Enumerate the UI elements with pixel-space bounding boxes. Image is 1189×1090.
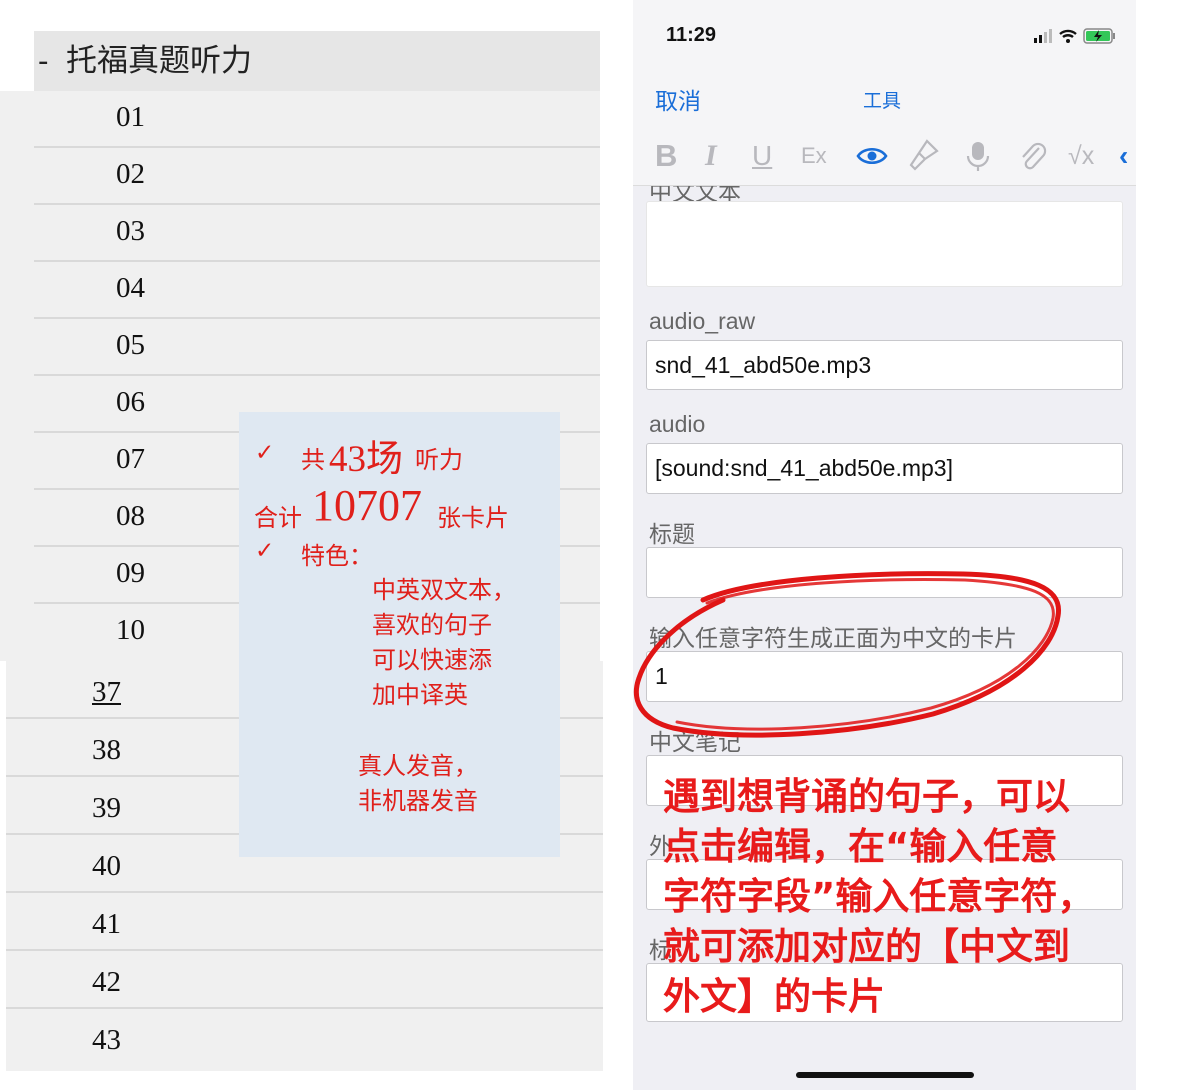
note-feature: 真人发音， [358, 752, 478, 780]
deck-list-panel: - 托福真题听力 01 02 03 04 05 06 07 08 09 10 37… [0, 0, 610, 1090]
cancel-button[interactable]: 取消 [655, 82, 701, 116]
brush-icon[interactable] [906, 138, 940, 174]
home-indicator[interactable] [796, 1072, 974, 1078]
note-line2-suffix: 张卡片 [437, 504, 509, 532]
list-item[interactable]: 42 [6, 951, 603, 1009]
field-label-audio-raw: audio_raw [649, 308, 756, 334]
signal-wifi-battery-icon [1034, 28, 1115, 44]
underline-button[interactable]: U [752, 138, 772, 174]
list-item[interactable]: 41 [6, 893, 603, 951]
chinese-text-input[interactable] [646, 201, 1123, 287]
attachment-icon[interactable] [1015, 138, 1049, 174]
deck-header[interactable]: - 托福真题听力 [34, 31, 600, 91]
list-item[interactable]: 05 [34, 319, 600, 376]
chevron-left-icon[interactable]: ‹ [1119, 138, 1128, 174]
audio-input[interactable]: [sound:snd_41_abd50e.mp3] [646, 443, 1123, 494]
status-time: 11:29 [666, 24, 717, 46]
list-item[interactable]: 02 [34, 148, 600, 205]
microphone-icon[interactable] [963, 138, 993, 174]
note-line2-prefix: 合计 [254, 504, 302, 532]
deck-title: 托福真题听力 [66, 43, 252, 79]
collapse-toggle[interactable]: - [38, 31, 66, 91]
nav-bar: 取消 工具 [633, 70, 1136, 126]
note-line1-count: 43场 [329, 439, 403, 480]
list-item[interactable]: 03 [34, 205, 600, 262]
note-feature: 可以快速添 [372, 646, 492, 674]
check-icon: ✓ [255, 440, 275, 466]
note-line3: 特色： [301, 542, 373, 570]
format-toolbar: B I U Ex √x ‹ [633, 126, 1136, 186]
list-item[interactable]: 01 [34, 91, 600, 148]
title-input[interactable] [646, 547, 1123, 598]
status-bar: 11:29 [633, 0, 1136, 70]
status-icons [1032, 26, 1122, 46]
note-line2-count: 10707 [312, 481, 422, 530]
check-icon: ✓ [255, 538, 275, 564]
audio-raw-input[interactable]: snd_41_abd50e.mp3 [646, 340, 1123, 390]
note-line1-prefix: 共 [301, 446, 325, 474]
field-label-chinese-note: 中文笔记 [649, 729, 741, 755]
clear-format-button[interactable]: Ex [801, 138, 827, 174]
note-feature: 中英双文本， [372, 576, 516, 604]
note-feature: 非机器发音 [358, 787, 478, 815]
info-note: ✓ 共 43场 听力 合计 10707 张卡片 ✓ 特色： 中英双文本， 喜欢的… [239, 412, 560, 857]
list-item[interactable]: 43 [6, 1009, 603, 1067]
tools-button[interactable]: 工具 [863, 86, 901, 113]
field-label-audio: audio [649, 411, 706, 437]
note-line1-suffix: 听力 [415, 446, 463, 474]
list-item[interactable]: 04 [34, 262, 600, 319]
math-button[interactable]: √x [1068, 138, 1094, 174]
any-char-input[interactable]: 1 [646, 651, 1123, 702]
field-label-title: 标题 [649, 521, 695, 547]
annotation-text: 遇到想背诵的句子，可以 点击编辑，在“输入任意 字符字段”输入任意字符， 就可添… [663, 775, 1095, 1018]
note-feature: 喜欢的句子 [372, 611, 492, 639]
italic-button[interactable]: I [705, 138, 717, 174]
bold-button[interactable]: B [655, 138, 677, 174]
note-feature: 加中译英 [372, 681, 468, 709]
field-label-any-char: 输入任意字符生成正面为中文的卡片 [649, 625, 1017, 651]
eye-icon[interactable] [855, 138, 889, 174]
phone-editor: 中文文本 audio_raw snd_41_abd50e.mp3 audio [… [633, 0, 1136, 1090]
